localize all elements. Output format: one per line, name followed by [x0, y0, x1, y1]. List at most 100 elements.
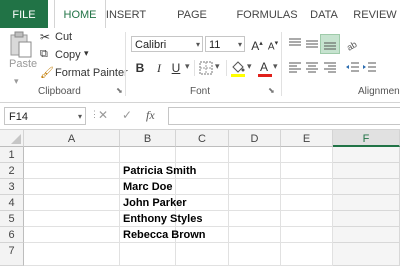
row-header-2[interactable]: 2: [0, 163, 24, 179]
cell-a2[interactable]: [24, 163, 120, 179]
cell-d4[interactable]: [229, 195, 281, 211]
paste-dropdown-icon[interactable]: ▾: [14, 76, 19, 87]
font-color-dropdown-icon[interactable]: ▾: [273, 61, 278, 72]
borders-dropdown-icon[interactable]: ▾: [215, 61, 220, 72]
cell-c7[interactable]: [176, 243, 229, 266]
enter-entry-button[interactable]: ✓: [122, 108, 132, 122]
bold-button[interactable]: B: [131, 59, 149, 77]
formula-input[interactable]: [168, 107, 400, 125]
cell-b1[interactable]: [120, 147, 176, 163]
name-box[interactable]: F14 ▾: [4, 107, 86, 125]
cell-d7[interactable]: [229, 243, 281, 266]
column-header-e[interactable]: E: [281, 130, 333, 147]
font-color-button[interactable]: A: [257, 58, 273, 83]
tab-page-layout[interactable]: PAGE LAYOUT: [156, 0, 228, 51]
column-header-f[interactable]: F: [333, 130, 400, 147]
tab-file[interactable]: FILE: [0, 0, 48, 28]
tab-data[interactable]: DATA: [304, 0, 344, 28]
cell-f5[interactable]: [333, 211, 400, 227]
cell-e1[interactable]: [281, 147, 333, 163]
cell-c2[interactable]: [176, 163, 229, 179]
tab-insert[interactable]: INSERT: [104, 0, 148, 28]
name-box-value: F14: [9, 111, 28, 123]
cell-b6[interactable]: Rebecca Brown: [120, 227, 206, 243]
underline-button[interactable]: U: [167, 59, 185, 77]
ribbon: Paste ▾ ✂ Cut ⧉ Copy ▾ 🖌 Format Painter …: [0, 28, 400, 103]
decrease-indent-button[interactable]: [345, 60, 361, 81]
cell-f1[interactable]: [333, 147, 400, 163]
clipboard-group-label: Clipboard: [38, 86, 81, 97]
cell-e4[interactable]: [281, 195, 333, 211]
cell-c1[interactable]: [176, 147, 229, 163]
font-name-dropdown[interactable]: Calibri ▾: [131, 36, 203, 52]
cell-e5[interactable]: [281, 211, 333, 227]
insert-function-button[interactable]: fx: [146, 108, 155, 123]
cell-a6[interactable]: [24, 227, 120, 243]
italic-button[interactable]: I: [150, 59, 168, 77]
row-header-4[interactable]: 4: [0, 195, 24, 211]
row-header-6[interactable]: 6: [0, 227, 24, 243]
cell-a4[interactable]: [24, 195, 120, 211]
cell-d2[interactable]: [229, 163, 281, 179]
cell-f4[interactable]: [333, 195, 400, 211]
increase-indent-button[interactable]: [362, 60, 378, 81]
row-header-5[interactable]: 5: [0, 211, 24, 227]
tab-review[interactable]: REVIEW: [350, 0, 400, 28]
orientation-button[interactable]: ab: [345, 36, 361, 57]
cell-e7[interactable]: [281, 243, 333, 266]
align-right-button[interactable]: [322, 60, 338, 81]
cell-e6[interactable]: [281, 227, 333, 243]
cell-d3[interactable]: [229, 179, 281, 195]
row-header-1[interactable]: 1: [0, 147, 24, 163]
cell-c5[interactable]: [176, 211, 229, 227]
cell-f7[interactable]: [333, 243, 400, 266]
cell-a7[interactable]: [24, 243, 120, 266]
align-left-icon: [289, 62, 301, 73]
cell-f3[interactable]: [333, 179, 400, 195]
middle-align-button[interactable]: [304, 36, 320, 57]
cell-b4[interactable]: John Parker: [120, 195, 187, 211]
font-launcher-icon[interactable]: ⬊: [268, 86, 275, 95]
cell-c4[interactable]: [176, 195, 229, 211]
row-header-7[interactable]: 7: [0, 243, 24, 266]
cancel-entry-button[interactable]: ✕: [98, 108, 108, 122]
cell-d5[interactable]: [229, 211, 281, 227]
decrease-font-size-button[interactable]: A▾: [264, 35, 282, 53]
column-header-d[interactable]: D: [229, 130, 281, 147]
select-all-corner[interactable]: [0, 130, 24, 147]
cell-a5[interactable]: [24, 211, 120, 227]
cell-f6[interactable]: [333, 227, 400, 243]
tab-formulas[interactable]: FORMULAS: [236, 0, 298, 28]
align-center-button[interactable]: [304, 60, 320, 81]
cell-c6[interactable]: [176, 227, 229, 243]
top-align-button[interactable]: [287, 36, 303, 57]
font-size-dropdown[interactable]: 11 ▾: [205, 36, 245, 52]
cell-d6[interactable]: [229, 227, 281, 243]
middle-align-icon: [306, 40, 318, 48]
cell-e2[interactable]: [281, 163, 333, 179]
chevron-down-icon: ▾: [237, 40, 242, 49]
cell-c3[interactable]: [176, 179, 229, 195]
fill-color-dropdown-icon[interactable]: ▾: [247, 61, 252, 72]
cell-b7[interactable]: [120, 243, 176, 266]
cell-e3[interactable]: [281, 179, 333, 195]
cell-a3[interactable]: [24, 179, 120, 195]
underline-dropdown-icon[interactable]: ▾: [185, 61, 190, 72]
tab-home[interactable]: HOME: [54, 0, 106, 29]
cell-b3[interactable]: Marc Doe: [120, 179, 176, 195]
fill-color-button[interactable]: [230, 58, 246, 83]
cell-d1[interactable]: [229, 147, 281, 163]
clipboard-launcher-icon[interactable]: ⬊: [116, 86, 123, 95]
cell-b2[interactable]: Patricia Smith: [120, 163, 196, 179]
column-header-b[interactable]: B: [120, 130, 176, 147]
column-header-a[interactable]: A: [24, 130, 120, 147]
cell-f2[interactable]: [333, 163, 400, 179]
copy-dropdown-icon[interactable]: ▾: [84, 48, 89, 59]
align-left-button[interactable]: [287, 60, 303, 81]
cell-b5[interactable]: Enthony Styles: [120, 211, 202, 227]
cell-a1[interactable]: [24, 147, 120, 163]
bottom-align-button[interactable]: [320, 34, 340, 54]
row-header-3[interactable]: 3: [0, 179, 24, 195]
borders-button[interactable]: [199, 61, 213, 80]
column-header-c[interactable]: C: [176, 130, 229, 147]
